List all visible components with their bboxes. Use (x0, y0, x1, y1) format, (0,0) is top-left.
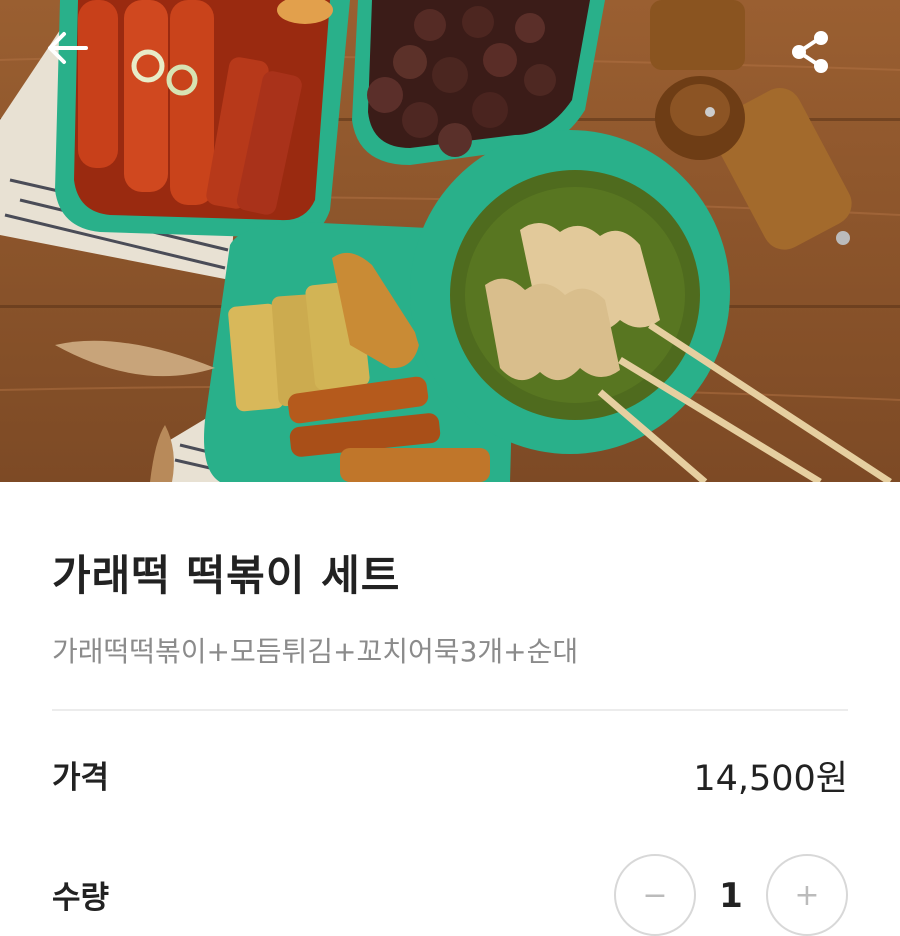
product-description: 가래떡떡볶이+모듬튀김+꼬치어묵3개+순대 (52, 635, 579, 668)
quantity-value: 1 (719, 876, 743, 916)
price-value: 14,500원 (693, 759, 848, 799)
back-button[interactable] (46, 30, 110, 94)
share-icon (792, 31, 828, 73)
product-title: 가래떡 떡볶이 세트 (52, 551, 401, 600)
quantity-label: 수량 (52, 880, 110, 916)
increase-quantity-button[interactable]: + (766, 854, 848, 936)
plus-icon: + (794, 877, 820, 913)
share-button[interactable] (790, 30, 854, 94)
product-hero-image (0, 0, 900, 482)
quantity-stepper: − 1 + (614, 854, 848, 936)
minus-icon: − (642, 877, 668, 913)
divider (52, 709, 848, 711)
decrease-quantity-button[interactable]: − (614, 854, 696, 936)
food-photo (0, 0, 900, 482)
arrow-left-icon (48, 32, 88, 64)
price-label: 가격 (52, 760, 110, 796)
product-detail: 가래떡 떡볶이 세트 가래떡떡볶이+모듬튀김+꼬치어묵3개+순대 가격 14,5… (0, 482, 900, 936)
